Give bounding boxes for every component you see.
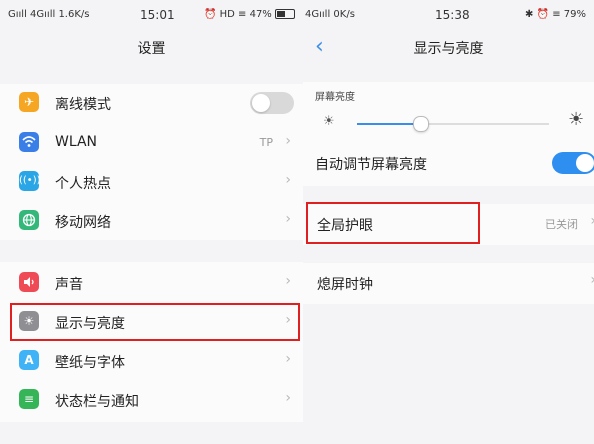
clock: 15:01 xyxy=(140,8,175,22)
highlight-box-display-brightness xyxy=(10,303,300,341)
globe-icon xyxy=(19,210,39,230)
speaker-icon xyxy=(19,272,39,292)
brightness-high-icon: ☀ xyxy=(568,109,585,130)
settings-group-connectivity: ✈ 离线模式 WLAN TP › ((•)) 个人热点 › 移动网络 › xyxy=(0,84,303,240)
chevron-right-icon: › xyxy=(285,172,291,188)
battery-indicator: ✱ ⏰ ≡ 79% xyxy=(525,9,586,20)
font-icon: A xyxy=(19,350,39,370)
status-bar: Gııll 4Gııll 1.6K/s 15:01 ⏰ HD ≡ 47% xyxy=(0,0,303,28)
settings-item-mobile-network[interactable]: 移动网络 › xyxy=(0,202,303,240)
settings-item-label: 壁纸与字体 xyxy=(55,355,125,371)
settings-group-personalization: 声音 › ☀ 显示与亮度 › A 壁纸与字体 › ≡ 状态栏与通知 › xyxy=(0,262,303,422)
chevron-right-icon: › xyxy=(285,351,291,367)
settings-item-label: 声音 xyxy=(55,277,83,293)
notification-icon: ≡ xyxy=(19,389,39,409)
chevron-right-icon: › xyxy=(285,211,291,227)
screen-clock-group: 熄屏时钟 › xyxy=(303,263,594,304)
auto-brightness-toggle[interactable] xyxy=(552,152,594,174)
settings-item-label: 个人热点 xyxy=(55,176,111,192)
highlight-box-eye-protect xyxy=(306,202,480,244)
chevron-right-icon: › xyxy=(285,273,291,289)
chevron-right-icon: › xyxy=(285,133,291,149)
slider-thumb[interactable] xyxy=(413,116,429,132)
clock: 15:38 xyxy=(435,8,470,22)
brightness-group: 屏幕亮度 ☀ ☀ 自动调节屏幕亮度 xyxy=(303,82,594,186)
slider-fill xyxy=(357,123,420,125)
airplane-icon: ✈ xyxy=(19,92,39,112)
hotspot-icon: ((•)) xyxy=(19,171,41,191)
auto-brightness-label: 自动调节屏幕亮度 xyxy=(315,157,427,173)
airplane-mode-toggle[interactable] xyxy=(250,92,294,114)
wifi-icon xyxy=(19,132,39,152)
settings-item-label: 移动网络 xyxy=(55,215,111,231)
screen-off-clock-row[interactable]: 熄屏时钟 › xyxy=(303,263,594,301)
settings-item-label: WLAN xyxy=(55,134,98,150)
brightness-low-icon: ☀ xyxy=(323,114,335,129)
nav-bar: 设置 xyxy=(0,28,303,66)
settings-item-airplane-mode[interactable]: ✈ 离线模式 xyxy=(0,84,303,122)
battery-indicator: ⏰ HD ≡ 47% xyxy=(204,9,295,20)
signal-indicator: Gııll 4Gııll 1.6K/s xyxy=(8,9,90,20)
status-bar: 4Gııll 0K/s 15:38 ✱ ⏰ ≡ 79% xyxy=(303,0,594,28)
brightness-slider[interactable] xyxy=(357,116,549,138)
display-brightness-screen: 4Gııll 0K/s 15:38 ✱ ⏰ ≡ 79% ‹ 显示与亮度 屏幕亮度… xyxy=(303,0,594,444)
page-title: 设置 xyxy=(137,41,166,57)
settings-screen: Gııll 4Gııll 1.6K/s 15:01 ⏰ HD ≡ 47% 设置 … xyxy=(0,0,303,444)
screen-off-clock-label: 熄屏时钟 xyxy=(317,277,373,293)
brightness-caption: 屏幕亮度 xyxy=(315,92,355,103)
page-title: 显示与亮度 xyxy=(413,41,484,57)
signal-indicator: 4Gııll 0K/s xyxy=(305,9,355,20)
chevron-right-icon: › xyxy=(590,213,594,229)
settings-item-wlan[interactable]: WLAN TP › xyxy=(0,124,303,162)
auto-brightness-row: 自动调节屏幕亮度 xyxy=(303,144,594,182)
chevron-right-icon: › xyxy=(285,390,291,406)
settings-item-label: 离线模式 xyxy=(55,97,111,113)
settings-item-sound[interactable]: 声音 › xyxy=(0,264,303,302)
chevron-right-icon: › xyxy=(590,272,594,288)
settings-item-hotspot[interactable]: ((•)) 个人热点 › xyxy=(0,163,303,201)
settings-item-label: 状态栏与通知 xyxy=(55,394,139,410)
nav-bar: ‹ 显示与亮度 xyxy=(303,28,594,66)
settings-item-wallpaper-font[interactable]: A 壁纸与字体 › xyxy=(0,342,303,380)
settings-item-status-bar-notifications[interactable]: ≡ 状态栏与通知 › xyxy=(0,381,303,419)
eye-protect-status: 已关闭 xyxy=(545,218,578,231)
wlan-network-name: TP xyxy=(259,136,273,149)
battery-icon xyxy=(275,9,295,19)
